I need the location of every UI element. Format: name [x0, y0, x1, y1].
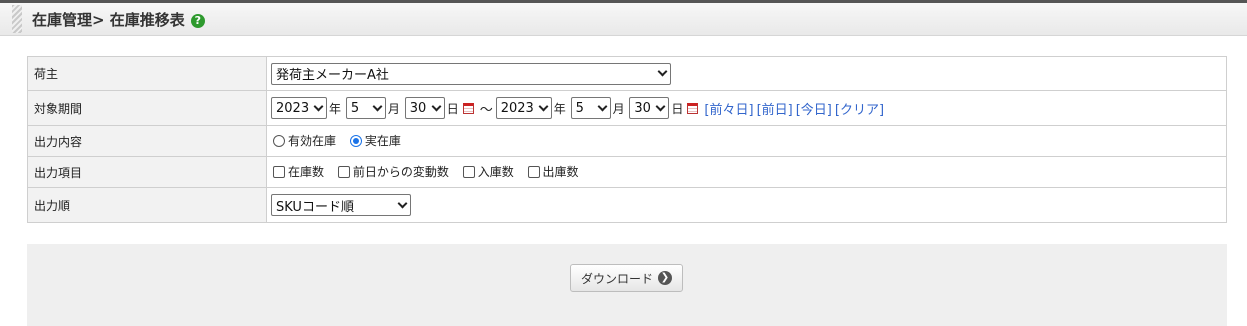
- checkbox-label: 在庫数: [288, 165, 325, 180]
- link-today[interactable]: [今日]: [796, 103, 832, 118]
- content-label: 出力内容: [27, 125, 267, 157]
- order-select-value: SKUコード順: [276, 199, 354, 215]
- action-area: ダウンロード ❯: [27, 244, 1227, 326]
- calendar-icon[interactable]: [462, 102, 474, 114]
- from-year-value: 2023: [276, 100, 310, 116]
- from-day-select[interactable]: 30: [404, 97, 445, 119]
- radio-actual-stock[interactable]: 実在庫: [348, 132, 401, 149]
- chevron-down-icon: [655, 101, 666, 111]
- to-day-select[interactable]: 30: [629, 97, 670, 119]
- month-unit: 月: [612, 101, 625, 116]
- day-unit: 日: [671, 101, 684, 116]
- search-form: 荷主 発荷主メーカーA社 対象期間 2023 年 5月 30 日～ 2023 年 5月 …: [27, 56, 1227, 223]
- chevron-down-icon: [431, 101, 442, 111]
- to-month-value: 5: [575, 100, 584, 116]
- checkbox[interactable]: [337, 165, 350, 178]
- checkbox[interactable]: [273, 165, 285, 178]
- page-title-text: 在庫管理> 在庫推移表: [32, 11, 185, 29]
- year-unit: 年: [553, 101, 566, 116]
- checkbox-label: 出庫数: [542, 165, 579, 180]
- link-clear[interactable]: [クリア]: [835, 103, 884, 118]
- month-unit: 月: [387, 101, 400, 116]
- checkbox-outbound-count[interactable]: 出庫数: [526, 163, 579, 180]
- radio-label: 有効在庫: [288, 134, 337, 149]
- row-content: 出力内容 有効在庫 実在庫: [27, 125, 1227, 157]
- calendar-icon[interactable]: [687, 102, 699, 114]
- chevron-down-icon: [597, 101, 608, 111]
- year-unit: 年: [329, 101, 342, 116]
- radio-button-checked[interactable]: [349, 134, 362, 147]
- chevron-down-icon: [372, 101, 383, 111]
- radio-label: 実在庫: [364, 134, 401, 149]
- checkbox[interactable]: [527, 165, 540, 178]
- checkbox-label: 入庫数: [477, 165, 514, 180]
- radio-button[interactable]: [273, 134, 285, 147]
- checkbox-stock-count[interactable]: 在庫数: [271, 163, 324, 180]
- items-label: 出力項目: [27, 156, 267, 188]
- from-day-value: 30: [409, 100, 427, 116]
- row-items: 出力項目 在庫数 前日からの変動数 入庫数 出庫数: [27, 156, 1227, 188]
- row-order: 出力順 SKUコード順: [27, 187, 1227, 223]
- to-year-value: 2023: [500, 100, 534, 116]
- to-day-value: 30: [634, 100, 651, 116]
- from-month-value: 5: [350, 100, 360, 116]
- shipper-label: 荷主: [27, 56, 267, 91]
- range-tilde: ～: [479, 102, 493, 118]
- chevron-down-icon: [397, 198, 408, 208]
- period-label: 対象期間: [27, 90, 267, 126]
- question-circle-icon[interactable]: ?: [190, 14, 205, 28]
- row-period: 対象期間 2023 年 5月 30 日～ 2023 年 5月 30 日 [前々日] [前日][…: [27, 90, 1227, 126]
- page-title: 在庫管理> 在庫推移表?: [32, 9, 205, 30]
- chevron-down-icon: [538, 101, 549, 111]
- download-button[interactable]: ダウンロード ❯: [570, 264, 683, 292]
- from-month-select[interactable]: 5: [345, 97, 386, 119]
- checkbox-inbound-count[interactable]: 入庫数: [461, 163, 514, 180]
- day-unit: 日: [446, 101, 459, 116]
- to-month-select[interactable]: 5: [570, 97, 611, 119]
- arrow-right-circle-icon: ❯: [658, 271, 672, 285]
- shipper-select-value: 発荷主メーカーA社: [276, 68, 389, 83]
- to-year-select[interactable]: 2023: [495, 97, 552, 119]
- link-yesterday[interactable]: [前日]: [757, 103, 793, 118]
- link-day-before-yesterday[interactable]: [前々日]: [704, 103, 753, 118]
- order-label: 出力順: [27, 187, 267, 223]
- shipper-select[interactable]: 発荷主メーカーA社: [271, 62, 671, 85]
- header-stripe: [12, 5, 22, 33]
- from-year-select[interactable]: 2023: [271, 97, 327, 119]
- download-button-label: ダウンロード: [580, 271, 653, 286]
- checkbox-label: 前日からの変動数: [352, 165, 449, 180]
- checkbox-change-from-prev[interactable]: 前日からの変動数: [336, 163, 449, 180]
- page-header: 在庫管理> 在庫推移表?: [0, 3, 1247, 36]
- row-shipper: 荷主 発荷主メーカーA社: [27, 56, 1227, 91]
- chevron-down-icon: [657, 66, 668, 77]
- radio-available-stock[interactable]: 有効在庫: [271, 132, 336, 149]
- order-select[interactable]: SKUコード順: [271, 194, 411, 216]
- chevron-down-icon: [313, 101, 324, 111]
- checkbox[interactable]: [462, 165, 475, 178]
